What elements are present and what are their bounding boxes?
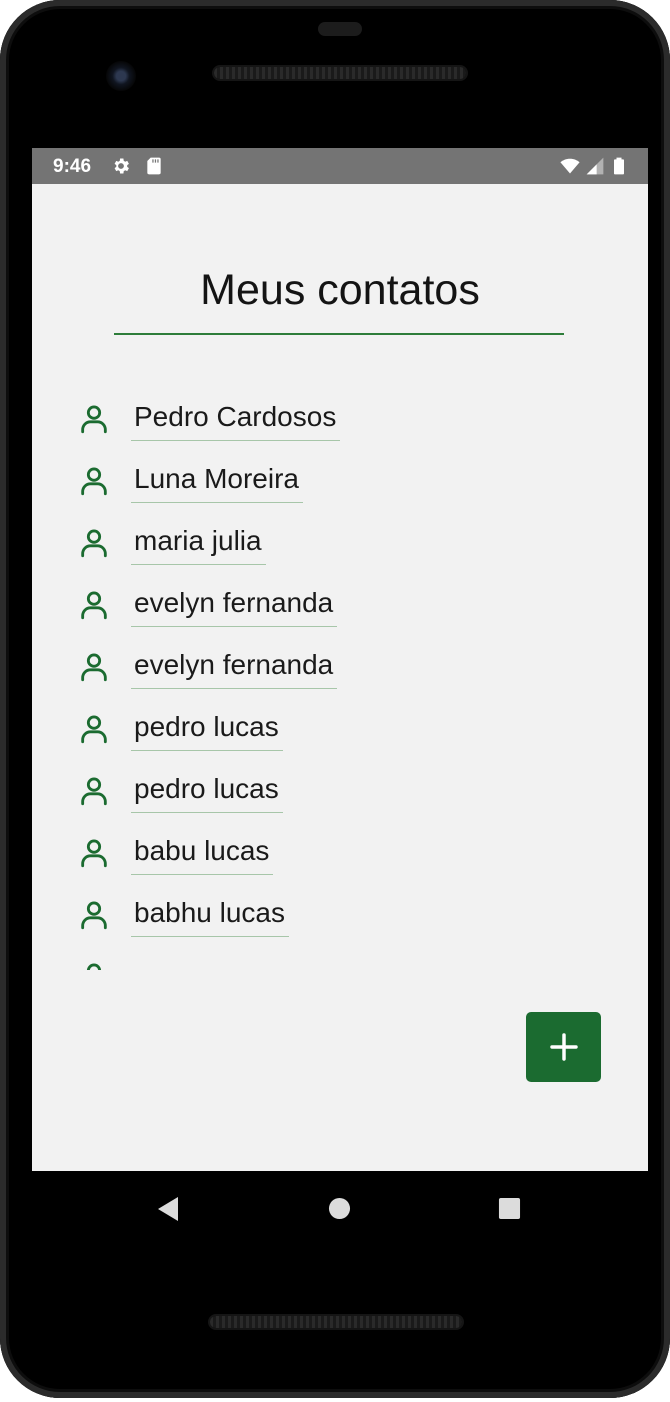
person-icon — [81, 839, 107, 868]
person-icon — [81, 653, 107, 682]
contact-row[interactable]: Luna Moreira — [32, 455, 648, 517]
person-icon — [81, 715, 107, 744]
contact-name: pedro lucas — [131, 765, 283, 813]
contact-list: Pedro Cardosos Luna Moreira maria julia … — [32, 393, 648, 970]
earpiece-notch — [318, 22, 362, 36]
contact-name: evelyn fernanda — [131, 579, 338, 627]
person-icon — [81, 529, 107, 558]
cell-signal-icon — [586, 157, 604, 175]
recents-square-icon[interactable] — [498, 1197, 521, 1220]
contact-row[interactable]: evelyn fernanda — [32, 641, 648, 703]
page-title: Meus contatos — [200, 266, 480, 314]
contact-row[interactable]: maria julia — [32, 517, 648, 579]
add-contact-button[interactable] — [526, 1012, 601, 1082]
app-screen: 9:46 Meus contatos Pedro Cardosos Luna M… — [32, 148, 648, 1171]
settings-gear-icon — [114, 158, 129, 174]
person-icon — [81, 901, 107, 930]
contact-name: pedro lucas — [131, 703, 283, 751]
status-bar: 9:46 — [32, 148, 648, 184]
contact-name: maria julia — [131, 517, 266, 565]
contact-name: babhu lucas — [131, 889, 290, 937]
person-icon — [81, 405, 107, 434]
person-icon — [81, 591, 107, 620]
contact-name: Pedro Cardosos — [131, 393, 341, 441]
back-triangle-icon[interactable] — [156, 1196, 180, 1222]
person-icon — [86, 963, 102, 970]
contact-row[interactable]: pedro lucas — [32, 765, 648, 827]
sd-card-icon — [147, 157, 161, 175]
wifi-icon — [560, 158, 580, 174]
contact-row[interactable]: babhu lucas — [32, 889, 648, 951]
contact-row[interactable]: babu lucas — [32, 827, 648, 889]
contact-row[interactable]: Pedro Cardosos — [32, 393, 648, 455]
person-icon — [81, 777, 107, 806]
title-divider — [114, 333, 564, 335]
contact-row[interactable]: pedro lucas — [32, 703, 648, 765]
contact-row-partial[interactable] — [32, 951, 648, 970]
battery-icon — [614, 157, 624, 175]
contact-name: evelyn fernanda — [131, 641, 338, 689]
contact-row[interactable]: evelyn fernanda — [32, 579, 648, 641]
plus-icon — [549, 1033, 578, 1061]
phone-frame: 9:46 Meus contatos Pedro Cardosos Luna M… — [0, 0, 670, 1398]
contact-name: babu lucas — [131, 827, 274, 875]
status-time: 9:46 — [53, 156, 92, 177]
front-camera — [106, 61, 136, 91]
home-circle-icon[interactable] — [328, 1197, 351, 1220]
person-icon — [81, 467, 107, 496]
contact-name: Luna Moreira — [131, 455, 303, 503]
top-speaker — [214, 67, 466, 79]
bottom-speaker — [210, 1316, 462, 1328]
